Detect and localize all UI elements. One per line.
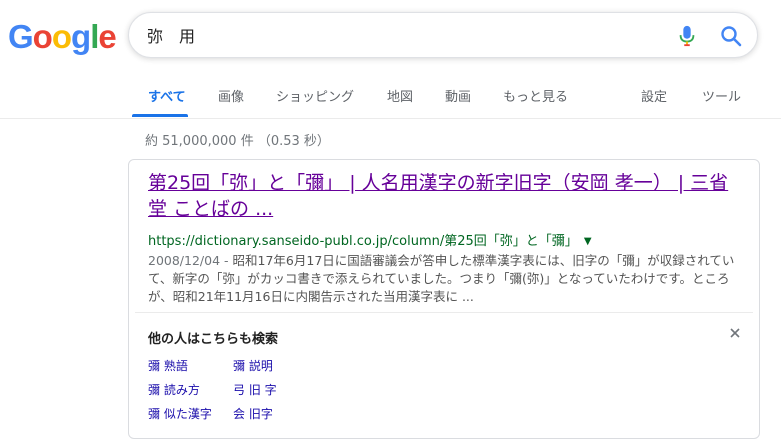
snippet-text: 昭和17年6月17日に国語審議会が答申した標準漢字表には、旧字の「彌」が収録され… (148, 253, 735, 304)
result-url[interactable]: https://dictionary.sanseido-publ.co.jp/c… (148, 230, 592, 249)
tab-images[interactable]: 画像 (218, 86, 244, 105)
active-tab-indicator (132, 114, 188, 117)
logo-letter: o (32, 18, 53, 55)
result-card: 第25回「弥」と「彌」 | 人名用漢字の新字旧字（安岡 孝一） | 三省堂 こと… (128, 159, 760, 439)
related-search-item[interactable]: 彌 似た漢字 (148, 405, 212, 422)
tab-tools[interactable]: ツール (702, 86, 741, 105)
related-search-item[interactable]: 弓 旧 字 (233, 381, 277, 398)
search-box (128, 12, 758, 58)
close-icon[interactable] (727, 325, 743, 341)
google-logo[interactable]: Google (8, 18, 117, 55)
search-tabs: すべて 画像 ショッピング 地図 動画 もっと見る 設定 ツール (0, 74, 781, 119)
caret-down-icon[interactable]: ▼ (584, 236, 592, 247)
microphone-icon[interactable] (677, 25, 697, 47)
result-date: 2008/12/04 - (148, 253, 233, 268)
divider (135, 312, 753, 313)
logo-letter: l (90, 18, 99, 55)
logo-letter: e (98, 18, 116, 55)
logo-letter: o (51, 18, 72, 55)
tab-shopping[interactable]: ショッピング (276, 86, 354, 105)
search-input[interactable] (147, 13, 647, 57)
tab-all[interactable]: すべて (148, 86, 186, 105)
related-searches-title: 他の人はこちらも検索 (148, 332, 279, 347)
result-snippet: 2008/12/04 - 昭和17年6月17日に国語審議会が答申した標準漢字表に… (148, 252, 743, 306)
logo-letter: g (71, 18, 91, 55)
related-search-item[interactable]: 彌 読み方 (148, 381, 200, 398)
related-search-item[interactable]: 会 旧字 (233, 405, 273, 422)
result-url-text: https://dictionary.sanseido-publ.co.jp/c… (148, 234, 578, 249)
tab-more[interactable]: もっと見る (503, 86, 568, 105)
result-stats: 約 51,000,000 件 （0.53 秒） (145, 134, 330, 149)
result-title-link[interactable]: 第25回「弥」と「彌」 | 人名用漢字の新字旧字（安岡 孝一） | 三省堂 こと… (148, 170, 743, 222)
magnifier-icon[interactable] (719, 24, 743, 48)
tab-videos[interactable]: 動画 (445, 86, 471, 105)
tab-maps[interactable]: 地図 (387, 86, 413, 105)
tab-settings[interactable]: 設定 (641, 86, 667, 105)
logo-letter: G (8, 18, 34, 55)
related-search-item[interactable]: 彌 熟語 (148, 357, 188, 374)
related-search-item[interactable]: 彌 説明 (233, 357, 273, 374)
